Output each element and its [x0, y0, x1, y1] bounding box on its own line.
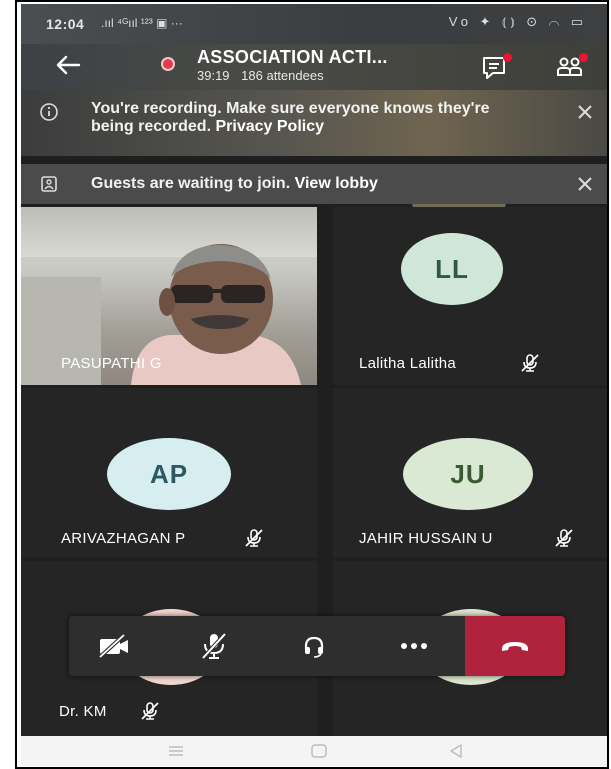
lobby-icon [39, 174, 59, 194]
home-icon[interactable] [309, 742, 329, 760]
lobby-notice: Guests are waiting to join. View lobby [91, 175, 511, 193]
system-status-icons: Vo ✦ ⦅⦆ ⊙ ⌒ ▭ [448, 14, 587, 29]
participant-name: ARIVAZHAGAN P [61, 530, 186, 547]
participants-button[interactable] [553, 52, 588, 82]
camera-toggle-button[interactable] [69, 616, 159, 676]
mic-toggle-button[interactable] [169, 616, 259, 676]
participant-tile[interactable]: JU JAHIR HUSSAIN U [333, 388, 607, 558]
back-nav-icon[interactable] [446, 742, 466, 760]
more-icon [401, 643, 427, 649]
phone-screen: 12:04 .ııl ⁴ᴳııl ¹²³ ▣ ··· Vo ✦ ⦅⦆ ⊙ ⌒ ▭… [21, 4, 607, 766]
chat-notification-dot [503, 53, 512, 62]
participant-name: Dr. KM [59, 703, 107, 720]
mic-off-icon [141, 702, 159, 720]
privacy-policy-link[interactable]: Privacy Policy [215, 118, 324, 135]
more-button[interactable] [369, 616, 459, 676]
mic-off-icon [555, 529, 573, 547]
participant-name: PASUPATHI G [61, 355, 162, 372]
frame-left-border [15, 0, 17, 769]
recording-banner: You're recording. Make sure everyone kno… [21, 90, 607, 242]
headset-icon [304, 636, 324, 658]
camera-off-icon [98, 633, 128, 659]
info-icon [39, 102, 59, 122]
mic-off-icon [245, 529, 263, 547]
lobby-notice-text: Guests are waiting to join. [91, 175, 291, 192]
signal-icons: .ııl ⁴ᴳııl ¹²³ ▣ ··· [101, 16, 183, 30]
mic-off-icon [201, 632, 227, 660]
hang-up-icon [502, 642, 528, 651]
arrow-left-icon [56, 55, 81, 75]
attendee-count: 186 attendees [241, 68, 324, 83]
recording-indicator [161, 57, 175, 71]
video-tile[interactable]: PASUPATHI G [21, 207, 317, 385]
system-navigation-bar [21, 736, 607, 766]
avatar: LL [401, 233, 503, 305]
participant-name: Lalitha Lalitha [359, 355, 457, 372]
view-lobby-link[interactable]: View lobby [295, 175, 378, 192]
recording-notice: You're recording. Make sure everyone kno… [91, 100, 511, 136]
avatar: JU [403, 438, 533, 510]
lobby-banner: Guests are waiting to join. View lobby [21, 164, 607, 204]
hang-up-button[interactable] [465, 616, 565, 676]
frame-right-border [607, 0, 609, 769]
chat-button[interactable] [479, 52, 512, 82]
participant-tile[interactable]: LL Lalitha Lalitha [333, 207, 607, 385]
participant-name: JAHIR HUSSAIN U [359, 530, 493, 547]
meeting-subtitle: 39:19 186 attendees [197, 68, 324, 83]
call-controls [69, 616, 565, 676]
meeting-header: ASSOCIATION ACTI... 39:19 186 attendees [21, 44, 607, 90]
close-icon[interactable] [573, 100, 597, 124]
meeting-duration: 39:19 [197, 68, 230, 83]
close-icon[interactable] [573, 172, 597, 196]
menu-icon[interactable] [166, 742, 186, 760]
back-button[interactable] [53, 50, 83, 80]
participants-notification-dot [579, 53, 588, 62]
mic-off-icon [521, 354, 539, 372]
avatar: AP [107, 438, 231, 510]
status-time: 12:04 [46, 16, 85, 32]
status-bar: 12:04 .ııl ⁴ᴳııl ¹²³ ▣ ··· Vo ✦ ⦅⦆ ⊙ ⌒ ▭ [21, 4, 607, 44]
meeting-title[interactable]: ASSOCIATION ACTI... [197, 47, 388, 68]
participant-tile[interactable]: AP ARIVAZHAGAN P [21, 388, 317, 558]
frame-top-border [15, 0, 609, 2]
audio-button[interactable] [269, 616, 359, 676]
